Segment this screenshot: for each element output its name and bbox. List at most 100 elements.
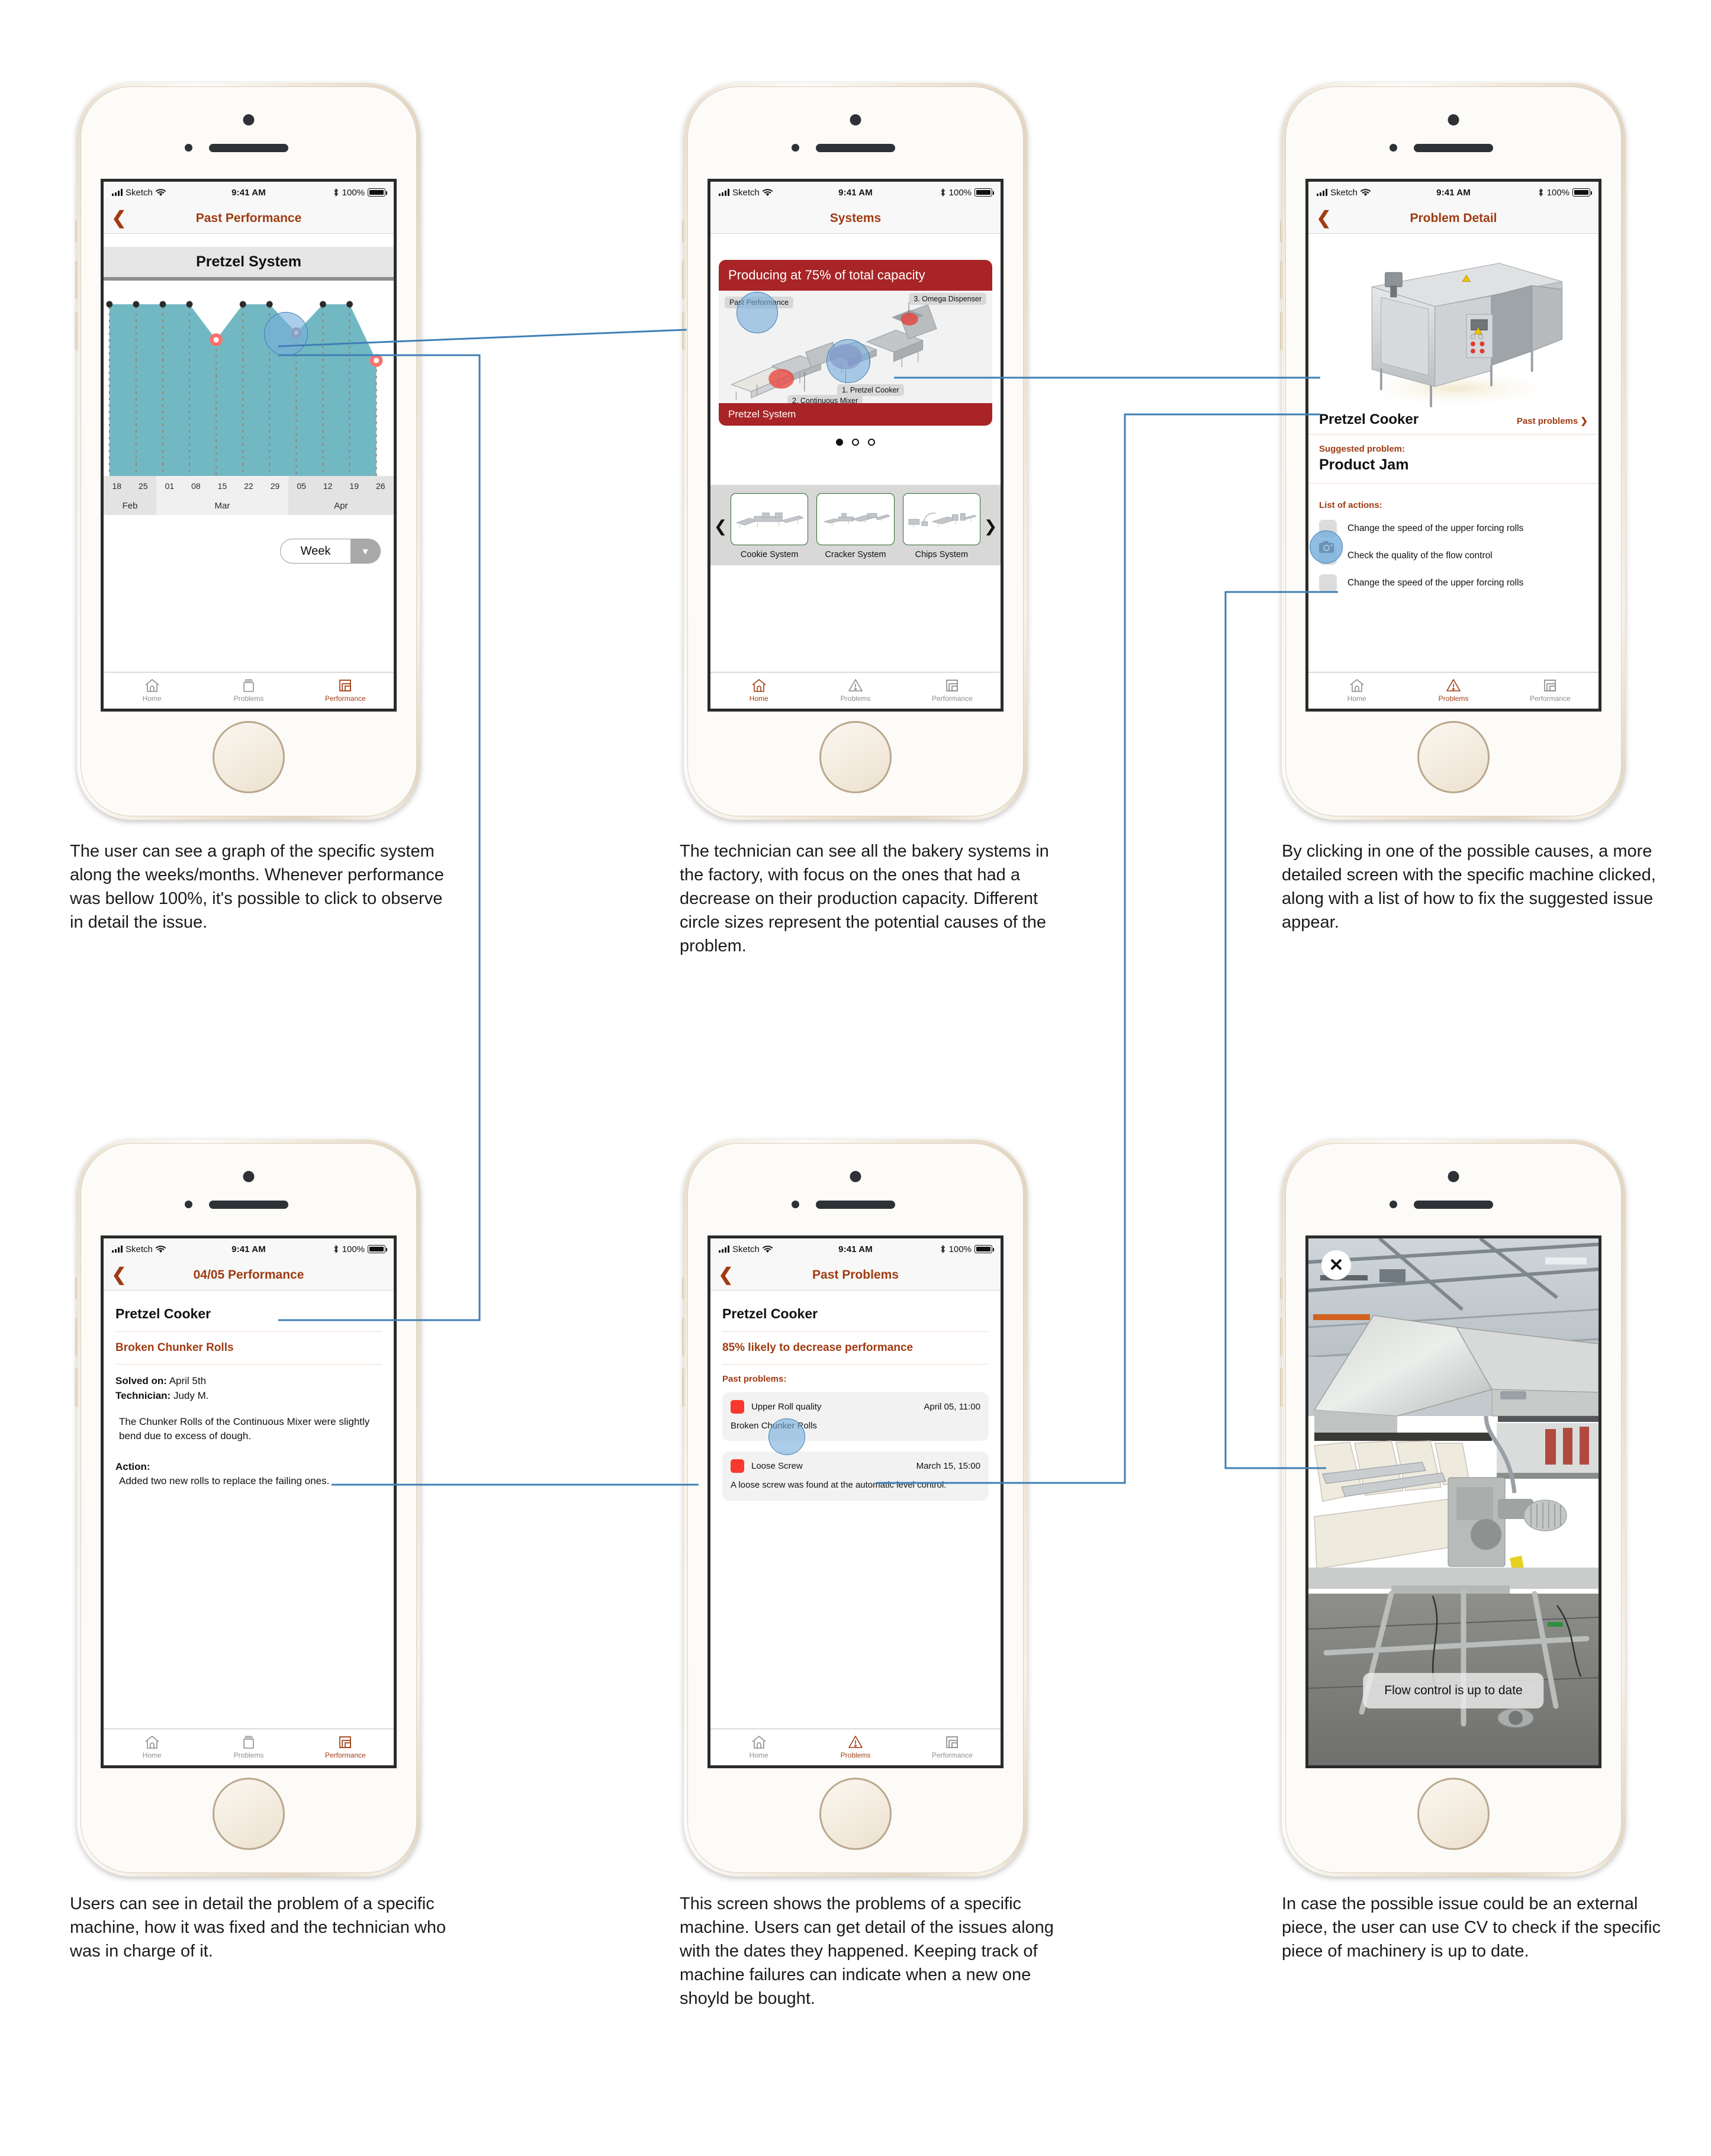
tab-problems[interactable]: Problems: [1405, 672, 1501, 709]
tab-performance[interactable]: Performance: [297, 1729, 394, 1765]
home-button[interactable]: [819, 721, 892, 793]
tab-bar: Home Problems Performance: [104, 672, 394, 709]
page-dot-3[interactable]: [868, 439, 875, 446]
flow-canvas: Sketch 9:41 AM 100% ❮ Past Performance P…: [0, 0, 1711, 2156]
home-icon: [752, 1735, 766, 1749]
volume-down-button[interactable]: [1280, 311, 1284, 350]
volume-down-button[interactable]: [682, 311, 686, 350]
diagram-label-continuous-mixer[interactable]: 2. Continuous Mixer: [787, 395, 863, 403]
volume-up-button[interactable]: [1280, 260, 1284, 300]
clock-label: 9:41 AM: [1436, 187, 1471, 198]
silent-switch[interactable]: [682, 1277, 686, 1299]
volume-down-button[interactable]: [682, 1368, 686, 1407]
past-problems-link[interactable]: Past problems ❯: [1517, 416, 1588, 426]
home-button[interactable]: [1417, 1778, 1490, 1850]
home-button[interactable]: [1417, 721, 1490, 793]
cv-result-toast: Flow control is up to date: [1363, 1673, 1544, 1708]
back-button[interactable]: ❮: [104, 209, 134, 227]
page-dot-2[interactable]: [852, 439, 859, 446]
diagram-label-pretzel-cooker[interactable]: 1. Pretzel Cooker: [837, 384, 904, 396]
proximity-sensor: [792, 144, 799, 152]
axis-tick: 01: [165, 481, 175, 491]
diagram-label-omega-dispenser[interactable]: 3. Omega Dispenser: [909, 293, 986, 305]
action-checkbox[interactable]: [1319, 574, 1337, 592]
tab-home[interactable]: Home: [710, 672, 807, 709]
chart-x-axis-months: Feb Mar Apr: [104, 496, 394, 515]
home-button[interactable]: [213, 721, 285, 793]
past-problems-link-label: Past problems: [1516, 416, 1578, 426]
carousel-next-button[interactable]: ❯: [980, 517, 1001, 536]
tab-performance[interactable]: Performance: [904, 672, 1001, 709]
volume-up-button[interactable]: [682, 260, 686, 300]
volume-down-button[interactable]: [75, 1368, 79, 1407]
tab-performance-label: Performance: [1529, 694, 1571, 703]
screen-systems: Sketch 9:41 AM 100% Systems Producing at…: [707, 179, 1004, 712]
close-icon[interactable]: ✕: [1321, 1250, 1351, 1280]
silent-switch[interactable]: [1280, 1277, 1284, 1299]
likelihood-label: 85% likely to decrease performance: [722, 1341, 914, 1354]
bluetooth-icon: [334, 188, 338, 197]
home-button[interactable]: [213, 1778, 285, 1850]
documents-icon: [243, 1736, 254, 1749]
axis-month: Apr: [334, 500, 348, 511]
battery-icon: [368, 188, 388, 197]
tab-performance[interactable]: Performance: [904, 1729, 1001, 1765]
back-button[interactable]: ❮: [1308, 209, 1339, 227]
silent-switch[interactable]: [682, 220, 686, 243]
tab-problems[interactable]: Problems: [200, 672, 297, 709]
carousel-item[interactable]: Chips System: [902, 493, 980, 559]
silent-switch[interactable]: [1280, 220, 1284, 243]
chart-selected-point-bubble[interactable]: [264, 312, 308, 356]
system-diagram[interactable]: Past Performance 3. Omega Dispenser 1. P…: [719, 291, 992, 403]
silent-switch[interactable]: [75, 220, 79, 243]
volume-up-button[interactable]: [75, 1317, 79, 1356]
performance-chart[interactable]: [104, 281, 394, 476]
action-row[interactable]: Check the quality of the flow control: [1308, 530, 1599, 565]
battery-icon: [975, 188, 995, 197]
tab-performance[interactable]: Performance: [1502, 672, 1599, 709]
volume-down-button[interactable]: [75, 311, 79, 350]
front-camera: [1448, 1171, 1459, 1182]
page-dot-1[interactable]: [836, 439, 843, 446]
tab-home[interactable]: Home: [104, 1729, 200, 1765]
problem-description-bubble[interactable]: [768, 1418, 805, 1455]
home-button[interactable]: [819, 1778, 892, 1850]
tab-home[interactable]: Home: [710, 1729, 807, 1765]
performance-icon: [946, 680, 959, 691]
action-row[interactable]: Change the speed of the upper forcing ro…: [1308, 565, 1599, 592]
battery-icon: [975, 1245, 995, 1253]
carousel-item[interactable]: Cookie System: [731, 493, 809, 559]
silent-switch[interactable]: [75, 1277, 79, 1299]
axis-tick: 08: [191, 481, 201, 491]
carousel-item[interactable]: Cracker System: [816, 493, 895, 559]
problem-description[interactable]: Broken Chunker Rolls: [731, 1420, 980, 1432]
tab-bar: Home Problems Performance: [1308, 672, 1599, 709]
range-picker[interactable]: Week ▾: [280, 539, 381, 564]
tab-performance[interactable]: Performance: [297, 672, 394, 709]
tab-problems[interactable]: Problems: [807, 672, 903, 709]
carousel-prev-button[interactable]: ❮: [710, 517, 731, 536]
camera-action-bubble[interactable]: [1310, 530, 1343, 564]
back-button[interactable]: ❮: [104, 1266, 134, 1284]
volume-up-button[interactable]: [1280, 1317, 1284, 1356]
past-performance-bubble[interactable]: [736, 292, 778, 333]
volume-up-button[interactable]: [682, 1317, 686, 1356]
problem-card[interactable]: Loose Screw March 15, 15:00 A loose scre…: [722, 1452, 989, 1501]
volume-down-button[interactable]: [1280, 1368, 1284, 1407]
back-button[interactable]: ❮: [710, 1266, 741, 1284]
tab-home-label: Home: [142, 694, 162, 703]
volume-up-button[interactable]: [75, 260, 79, 300]
problem-card[interactable]: Upper Roll quality April 05, 11:00 Broke…: [722, 1392, 989, 1455]
tab-home[interactable]: Home: [1308, 672, 1405, 709]
pretzel-cooker-cause-bubble[interactable]: [826, 339, 870, 383]
divider: [115, 1331, 382, 1332]
action-row[interactable]: Change the speed of the upper forcing ro…: [1308, 510, 1599, 538]
camera-viewfinder[interactable]: ✕ Flow control is up to date: [1308, 1238, 1599, 1765]
tab-problems[interactable]: Problems: [807, 1729, 903, 1765]
tab-performance-label: Performance: [324, 694, 366, 703]
page-indicator[interactable]: [710, 439, 1001, 446]
performance-icon: [339, 1736, 352, 1748]
tab-home[interactable]: Home: [104, 672, 200, 709]
tab-problems[interactable]: Problems: [200, 1729, 297, 1765]
nav-bar: ❮ Past Problems: [710, 1260, 1001, 1291]
